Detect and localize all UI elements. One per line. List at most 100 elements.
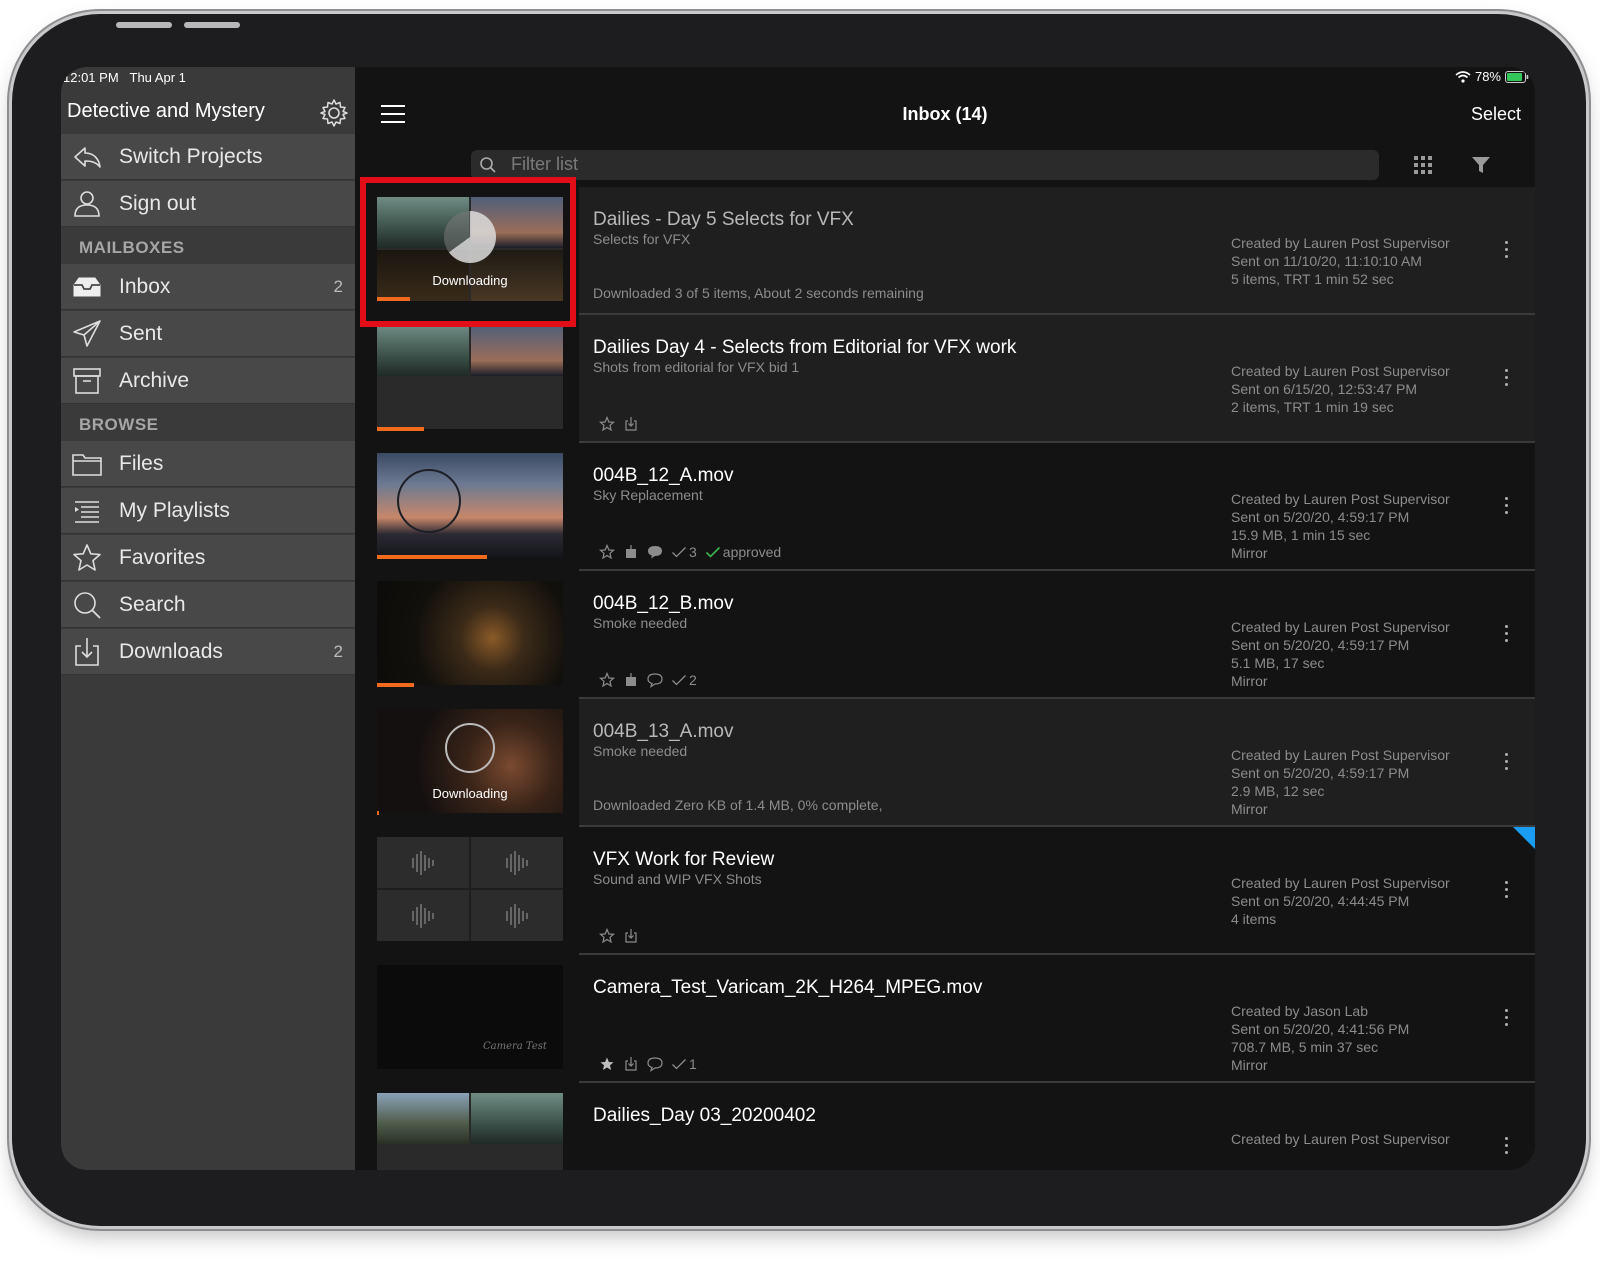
thumb-frame [377,1093,469,1144]
thumbnail [377,1093,563,1170]
sidebar-item-label: Inbox [119,275,171,298]
thumbnail: Camera Test [377,965,563,1069]
thumb-frame [471,325,563,376]
sidebar-item-search[interactable]: Search [61,582,361,628]
sidebar-item-downloads[interactable]: Downloads 2 [61,629,361,675]
item-actions: 2 [599,671,697,689]
volume-button [184,22,240,28]
approved-check-icon [705,546,720,558]
inbox-icon [73,277,101,297]
download-small-icon[interactable] [623,928,639,944]
thumbnail: Downloading [377,709,563,813]
star-filled-icon[interactable] [599,1056,615,1072]
grid-view-icon[interactable] [1413,155,1433,175]
comment-filled-icon[interactable] [647,544,663,560]
battery-icon [1505,70,1529,83]
status-indicators: 78% [1455,69,1529,84]
filter-funnel-icon[interactable] [1471,155,1491,175]
item-title: Dailies Day 4 - Selects from Editorial f… [593,337,1017,358]
item-title: Dailies - Day 5 Selects for VFX [593,209,854,230]
more-options-icon[interactable] [1505,497,1509,515]
thumb-ferris-wheel [397,469,461,533]
approval-count: 3 [689,544,697,560]
browse-heading: BROWSE [79,415,159,434]
list-item[interactable]: VFX Work for Review Sound and WIP VFX Sh… [355,827,1535,955]
sidebar-item-label: Downloads [119,640,223,663]
download-progress-ring [445,723,495,773]
star-icon [73,544,101,571]
select-button[interactable]: Select [1471,104,1521,125]
more-options-icon[interactable] [1505,241,1509,259]
more-options-icon[interactable] [1505,625,1509,643]
sidebar-item-label: Sent [119,322,163,345]
search-icon [74,592,101,619]
download-small-icon[interactable] [623,544,639,560]
app-screen: 12:01 PM Thu Apr 1 Detective and Mystery… [61,67,1535,1170]
item-title: VFX Work for Review [593,849,775,870]
person-icon [74,191,100,217]
download-small-icon[interactable] [623,416,639,432]
sidebar: 12:01 PM Thu Apr 1 Detective and Mystery… [61,67,361,1170]
thumb-frame [377,325,469,376]
sidebar-item-sent[interactable]: Sent [61,311,361,357]
item-actions: 3 approved [599,543,781,561]
star-outline-icon[interactable] [599,544,615,560]
star-outline-icon[interactable] [599,928,615,944]
sidebar-item-inbox[interactable]: Inbox 2 [61,264,361,310]
star-outline-icon[interactable] [599,672,615,688]
download-status: Downloaded 3 of 5 items, About 2 seconds… [593,285,924,301]
sidebar-item-label: Sign out [119,192,197,215]
item-title: 004B_13_A.mov [593,721,734,742]
thumb-frame [377,378,469,429]
filter-placeholder: Filter list [511,154,578,174]
folder-icon [72,454,102,476]
progress-bar [377,811,379,815]
sidebar-item-switch-projects[interactable]: Switch Projects [61,134,361,180]
inbox-count: 2 [333,277,343,296]
sidebar-header: Detective and Mystery [67,98,355,128]
progress-bar [377,427,424,431]
filter-input[interactable]: Filter list [471,150,1379,180]
item-title: 004B_12_B.mov [593,593,734,614]
list-item[interactable]: 004B_12_A.mov Sky Replacement 3 approved… [355,443,1535,571]
comment-icon[interactable] [647,672,663,688]
list-item[interactable]: Camera Test Camera_Test_Varicam_2K_H264_… [355,955,1535,1083]
item-meta: Created by Lauren Post Supervisor Sent on… [1231,619,1450,689]
download-small-icon[interactable] [623,1056,639,1072]
item-subtitle: Selects for VFX [593,231,691,247]
sidebar-item-label: My Playlists [119,499,230,522]
more-options-icon[interactable] [1505,1009,1509,1027]
more-options-icon[interactable] [1505,753,1509,771]
sidebar-item-my-playlists[interactable]: My Playlists [61,488,361,534]
list-item[interactable]: Dailies_Day 03_20200402 Created by Laure… [355,1083,1535,1170]
more-options-icon[interactable] [1505,1137,1509,1155]
item-meta: Created by Lauren Post Supervisor [1231,1131,1450,1147]
more-options-icon[interactable] [1505,369,1509,387]
search-icon [480,157,496,173]
list-item[interactable]: Downloading 004B_13_A.mov Smoke needed D… [355,699,1535,827]
arrow-back-icon [74,147,101,168]
more-options-icon[interactable] [1505,881,1509,899]
sidebar-item-sign-out[interactable]: Sign out [61,181,361,227]
list-item[interactable]: Dailies Day 4 - Selects from Editorial f… [355,315,1535,443]
item-title: 004B_12_A.mov [593,465,734,486]
sidebar-item-label: Archive [119,369,190,392]
item-subtitle: Shots from editorial for VFX bid 1 [593,359,800,375]
battery-percent: 78% [1474,69,1501,84]
sidebar-item-archive[interactable]: Archive [61,358,361,404]
sidebar-item-favorites[interactable]: Favorites [61,535,361,581]
item-subtitle: Smoke needed [593,743,688,759]
unread-flag [1513,827,1535,849]
download-small-icon[interactable] [623,672,639,688]
sidebar-item-label: Files [119,452,164,475]
list-item[interactable]: 004B_12_B.mov Smoke needed 2 Created by … [355,571,1535,699]
thumbnail [377,453,563,557]
star-outline-icon[interactable] [599,416,615,432]
downloading-label: Downloading [432,786,508,801]
comment-icon[interactable] [647,1056,663,1072]
item-meta: Created by Lauren Post Supervisor Sent on… [1231,235,1450,287]
sidebar-item-files[interactable]: Files [61,441,361,487]
wifi-icon [1455,70,1471,83]
checkmark-icon [672,547,686,558]
gear-icon[interactable] [319,98,349,128]
